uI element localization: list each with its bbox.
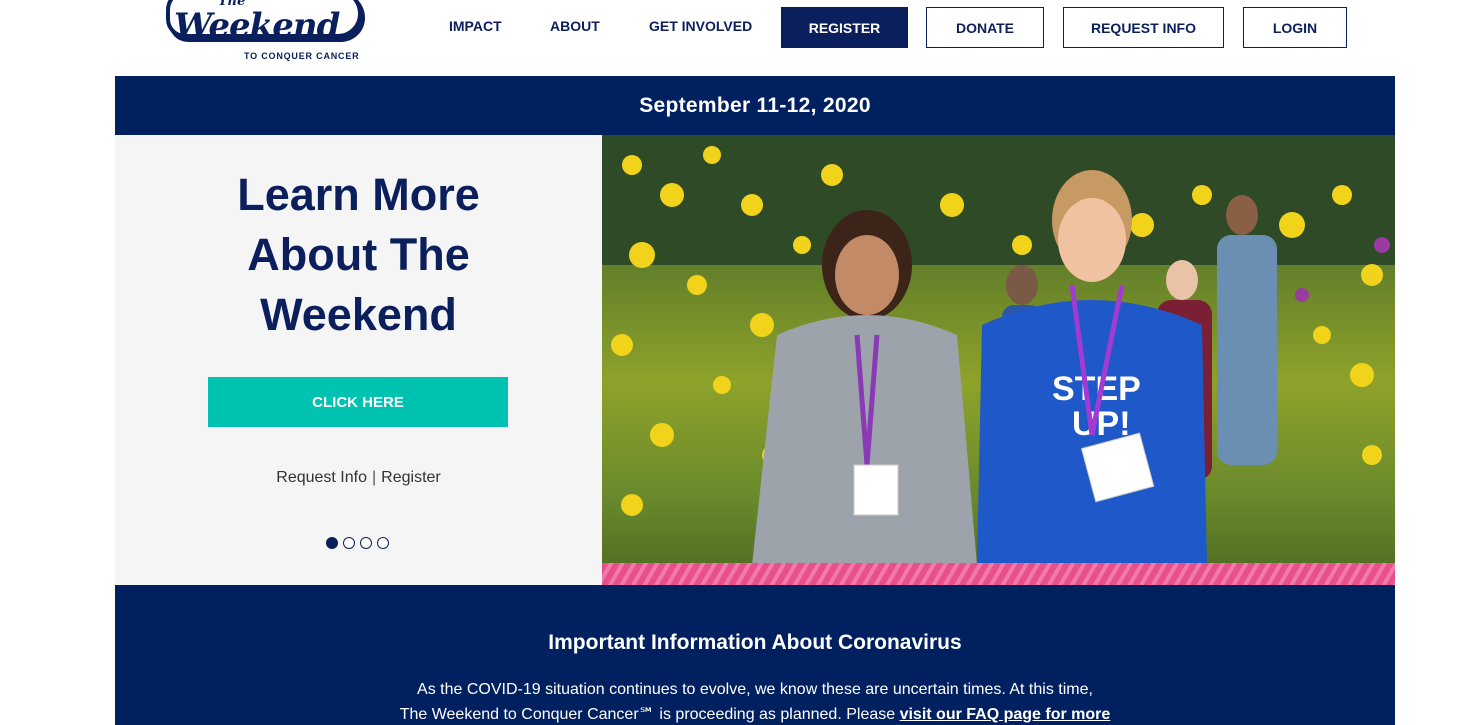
pink-pattern-band [602,563,1395,585]
logo-weekend-text: Weekend [174,6,340,46]
click-here-button[interactable]: CLICK HERE [208,377,508,427]
coronavirus-info-section: Important Information About Coronavirus … [115,585,1395,725]
donate-button[interactable]: DONATE [926,7,1044,48]
carousel-dots [326,537,389,549]
nav-impact-link[interactable]: IMPACT [449,18,502,34]
info-line-1: As the COVID-19 situation continues to e… [417,681,1093,698]
request-info-button[interactable]: REQUEST INFO [1063,7,1224,48]
link-separator: | [372,469,377,486]
carousel-dot-1[interactable] [326,537,338,549]
hero-register-link[interactable]: Register [381,469,441,486]
hero-title-line-1: Learn More [237,169,480,220]
carousel-dot-3[interactable] [360,537,372,549]
faq-link[interactable]: visit our FAQ page for more [900,706,1111,723]
logo-tagline: TO CONQUER CANCER [244,51,360,61]
hero-title-line-2: About The [247,229,470,280]
nav-get-involved-link[interactable]: GET INVOLVED [649,18,752,34]
hero-request-info-link[interactable]: Request Info [276,469,367,486]
hero-title-line-3: Weekend [260,289,457,340]
hero-secondary-links: Request Info | Register [115,469,602,487]
event-date: September 11-12, 2020 [639,93,871,117]
site-logo[interactable]: The Weekend TO CONQUER CANCER [166,0,366,66]
register-button[interactable]: REGISTER [781,7,908,48]
info-line-2: The Weekend to Conquer Cancer℠ is procee… [399,706,900,723]
carousel-dot-4[interactable] [377,537,389,549]
carousel-dot-2[interactable] [343,537,355,549]
login-button[interactable]: LOGIN [1243,7,1347,48]
coronavirus-info-title: Important Information About Coronavirus [548,631,962,654]
hero-photo-illustration: STEP UP! [602,135,1395,585]
coronavirus-info-text: As the COVID-19 situation continues to e… [115,677,1395,725]
hero-title: Learn More About The Weekend [115,165,602,345]
svg-text:UP!: UP! [1072,405,1131,443]
nav-about-link[interactable]: ABOUT [550,18,600,34]
hero-photo: STEP UP! [602,135,1395,585]
event-date-banner: September 11-12, 2020 [115,76,1395,135]
hero-panel: Learn More About The Weekend CLICK HERE … [115,135,602,585]
